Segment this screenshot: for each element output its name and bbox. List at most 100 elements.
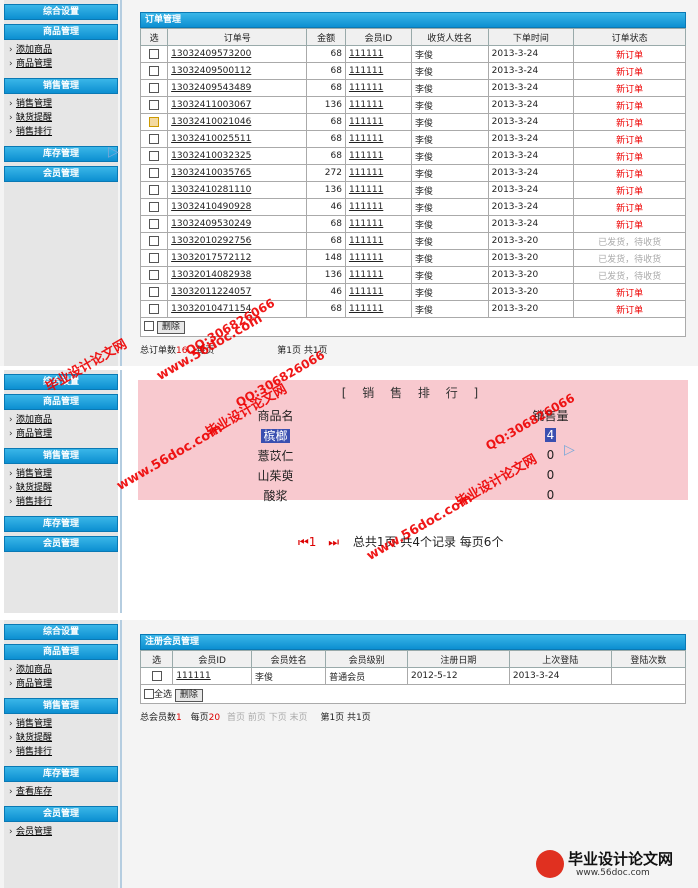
row-checkbox-cell[interactable] [139, 164, 169, 182]
sidebar-header[interactable]: 会员管理 [4, 166, 118, 182]
order-id-link[interactable]: 13032411003067 [167, 96, 308, 114]
delete-button[interactable]: 删除 [174, 688, 203, 702]
last-page-link[interactable]: ⏭ [328, 535, 339, 549]
order-id-link[interactable]: 13032014082938 [167, 266, 308, 284]
sidebar-link[interactable]: 商品管理 [9, 427, 118, 441]
row-checkbox[interactable] [149, 167, 160, 178]
member-id-link[interactable]: 111111 [344, 147, 412, 165]
sidebar-header[interactable]: 销售管理 [4, 448, 118, 464]
sidebar-link[interactable]: 查看库存 [9, 785, 118, 799]
order-id-link[interactable]: 13032410035765 [167, 164, 308, 182]
row-checkbox-cell[interactable] [139, 667, 174, 685]
member-id-link[interactable]: 111111 [344, 45, 412, 63]
sidebar-header[interactable]: 商品管理 [4, 394, 118, 410]
sidebar-link[interactable]: 商品管理 [9, 57, 118, 71]
member-id-link[interactable]: 111111 [172, 667, 252, 685]
member-id-link[interactable]: 111111 [344, 164, 412, 182]
member-id-link[interactable]: 111111 [344, 232, 412, 250]
row-checkbox[interactable] [149, 269, 160, 280]
sidebar-link[interactable]: 会员管理 [9, 825, 118, 839]
member-id-link[interactable]: 111111 [344, 130, 412, 148]
sidebar-header[interactable]: 会员管理 [4, 806, 118, 822]
first-page-link[interactable]: ⏮1 [298, 535, 316, 549]
sidebar-header[interactable]: 库存管理 [4, 516, 118, 532]
sidebar-link[interactable]: 销售管理 [9, 467, 118, 481]
row-checkbox-cell[interactable] [139, 113, 169, 131]
row-checkbox-cell[interactable] [139, 198, 169, 216]
order-id-link[interactable]: 13032409500112 [167, 62, 308, 80]
member-id-link[interactable]: 111111 [344, 198, 412, 216]
order-id-link[interactable]: 13032410281110 [167, 181, 308, 199]
sidebar-link[interactable]: 销售管理 [9, 717, 118, 731]
row-checkbox[interactable] [151, 670, 162, 681]
row-checkbox[interactable] [149, 133, 160, 144]
order-id-link[interactable]: 13032410490928 [167, 198, 308, 216]
row-checkbox[interactable] [149, 65, 160, 76]
row-checkbox-cell[interactable] [139, 79, 169, 97]
sidebar-link[interactable]: 销售管理 [9, 97, 118, 111]
row-checkbox-cell[interactable] [139, 130, 169, 148]
member-id-link[interactable]: 111111 [344, 249, 412, 267]
sidebar-link[interactable]: 销售排行 [9, 745, 118, 759]
sidebar-header[interactable]: 综合设置 [4, 624, 118, 640]
sidebar-link[interactable]: 缺货提醒 [9, 481, 118, 495]
select-all-checkbox[interactable] [144, 689, 154, 699]
row-checkbox[interactable] [149, 286, 160, 297]
order-id-link[interactable]: 13032410021046 [167, 113, 308, 131]
sidebar-link[interactable]: 销售排行 [9, 495, 118, 509]
order-id-link[interactable]: 13032410032325 [167, 147, 308, 165]
member-id-link[interactable]: 111111 [344, 283, 412, 301]
row-checkbox-cell[interactable] [139, 147, 169, 165]
row-checkbox-cell[interactable] [139, 96, 169, 114]
member-id-link[interactable]: 111111 [344, 79, 412, 97]
row-checkbox[interactable] [149, 218, 160, 229]
member-id-link[interactable]: 111111 [344, 215, 412, 233]
member-id-link[interactable]: 111111 [344, 113, 412, 131]
order-id-link[interactable]: 13032409530249 [167, 215, 308, 233]
member-id-link[interactable]: 111111 [344, 181, 412, 199]
footer-nav[interactable]: 首页 前页 下页 末页 [227, 713, 308, 723]
sidebar-header[interactable]: 库存管理 [4, 146, 118, 162]
row-checkbox-cell[interactable] [139, 232, 169, 250]
row-checkbox-cell[interactable] [139, 249, 169, 267]
row-checkbox[interactable] [149, 184, 160, 195]
order-id-link[interactable]: 13032409543489 [167, 79, 308, 97]
row-checkbox-cell[interactable] [139, 215, 169, 233]
sidebar-header[interactable]: 库存管理 [4, 766, 118, 782]
row-checkbox-cell[interactable] [139, 300, 169, 318]
order-id-link[interactable]: 13032011224057 [167, 283, 308, 301]
row-checkbox[interactable] [149, 201, 160, 212]
delete-button[interactable]: 删除 [156, 320, 185, 334]
row-checkbox-cell[interactable] [139, 62, 169, 80]
sidebar-header[interactable]: 会员管理 [4, 536, 118, 552]
member-id-link[interactable]: 111111 [344, 96, 412, 114]
order-id-link[interactable]: 13032409573200 [167, 45, 308, 63]
order-id-link[interactable]: 13032017572112 [167, 249, 308, 267]
select-checkbox[interactable] [144, 321, 154, 331]
sidebar-link[interactable]: 添加商品 [9, 663, 118, 677]
row-checkbox[interactable] [149, 252, 160, 263]
sidebar-header[interactable]: 商品管理 [4, 24, 118, 40]
sidebar-link[interactable]: 缺货提醒 [9, 731, 118, 745]
row-checkbox-cell[interactable] [139, 283, 169, 301]
row-checkbox[interactable] [149, 82, 160, 93]
order-id-link[interactable]: 13032010292756 [167, 232, 308, 250]
member-id-link[interactable]: 111111 [344, 62, 412, 80]
row-checkbox[interactable] [149, 303, 160, 314]
row-checkbox[interactable] [149, 150, 160, 161]
row-checkbox-cell[interactable] [139, 45, 169, 63]
sidebar-header[interactable]: 销售管理 [4, 78, 118, 94]
member-id-link[interactable]: 111111 [344, 300, 412, 318]
member-id-link[interactable]: 111111 [344, 266, 412, 284]
sidebar-link[interactable]: 销售排行 [9, 125, 118, 139]
sidebar-header[interactable]: 综合设置 [4, 4, 118, 20]
sidebar-header[interactable]: 商品管理 [4, 644, 118, 660]
row-checkbox[interactable] [149, 235, 160, 246]
row-checkbox[interactable] [149, 48, 160, 59]
row-checkbox-cell[interactable] [139, 266, 169, 284]
sidebar-link[interactable]: 添加商品 [9, 413, 118, 427]
sidebar-link[interactable]: 商品管理 [9, 677, 118, 691]
row-checkbox[interactable] [149, 99, 160, 110]
sidebar-header[interactable]: 销售管理 [4, 698, 118, 714]
order-id-link[interactable]: 13032410025511 [167, 130, 308, 148]
